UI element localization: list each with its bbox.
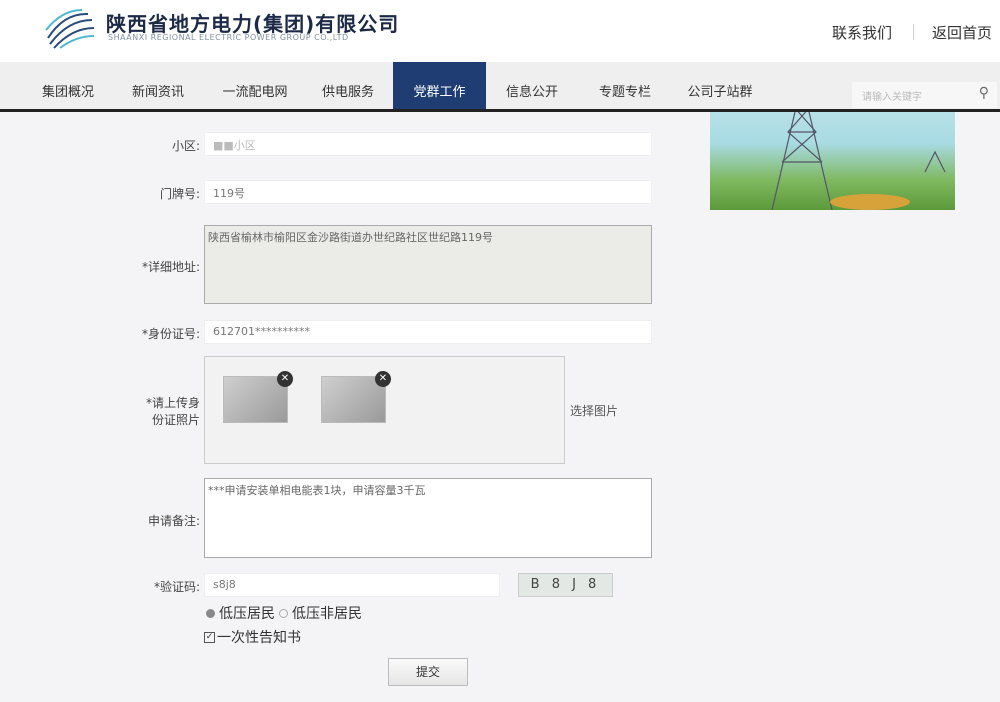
id-number-label: *身份证号:: [141, 327, 200, 341]
captcha-image[interactable]: B 8 J 8: [518, 573, 613, 597]
address-textarea[interactable]: 陕西省榆林市榆阳区金沙路街道办世纪路社区世纪路119号: [204, 225, 652, 304]
nav-item-party-work[interactable]: 党群工作: [393, 62, 486, 109]
door-number-label: 门牌号:: [159, 187, 200, 201]
radio-non-residential[interactable]: [279, 608, 288, 618]
nav-item-topics[interactable]: 专题专栏: [585, 62, 665, 109]
nav-item-subsites[interactable]: 公司子站群: [675, 62, 765, 109]
main-nav: 集团概况 新闻资讯 一流配电网 供电服务 党群工作 信息公开 专题专栏 公司子站…: [0, 62, 1000, 112]
choose-image-button[interactable]: 选择图片: [570, 402, 618, 419]
contact-us-link[interactable]: 联系我们: [832, 22, 892, 43]
captcha-input[interactable]: s8j8: [204, 573, 500, 597]
remark-label: 申请备注:: [147, 514, 200, 528]
remark-textarea[interactable]: ***申请安装单相电能表1块，申请容量3千瓦: [204, 478, 652, 558]
id-photo-thumbnail: ✕: [321, 371, 391, 423]
community-input[interactable]: ■■小区: [204, 132, 652, 156]
company-name-en: SHAANXI REGIONAL ELECTRIC POWER GROUP CO…: [108, 33, 349, 42]
id-photo-thumbnail: ✕: [223, 371, 293, 423]
id-number-input[interactable]: 612701**********: [204, 320, 652, 344]
address-label: *详细地址:: [141, 260, 200, 274]
site-header: 陕西省地方电力(集团)有限公司 SHAANXI REGIONAL ELECTRI…: [0, 0, 1000, 62]
community-label: 小区:: [171, 139, 200, 153]
search-icon[interactable]: ⚲: [979, 85, 989, 101]
remove-photo-icon[interactable]: ✕: [375, 371, 391, 387]
door-number-input[interactable]: 119号: [204, 180, 652, 204]
radio-residential-label: 低压居民: [219, 606, 275, 622]
nav-item-grid[interactable]: 一流配电网: [210, 62, 300, 109]
home-link[interactable]: 返回首页: [932, 22, 992, 43]
divider: [913, 24, 914, 40]
nav-item-service[interactable]: 供电服务: [308, 62, 388, 109]
search-box[interactable]: 请输入关键字 ⚲: [852, 82, 997, 108]
notice-checkbox-row: ✓ 一次性告知书: [204, 627, 301, 647]
user-type-radios: 低压居民 低压非居民: [206, 603, 362, 623]
nav-item-news[interactable]: 新闻资讯: [118, 62, 198, 109]
upload-label: *请上传身份证照片: [145, 396, 200, 427]
radio-non-residential-label: 低压非居民: [292, 606, 362, 622]
upload-area: ✕ ✕: [204, 356, 565, 464]
remove-photo-icon[interactable]: ✕: [277, 371, 293, 387]
captcha-label: *验证码:: [153, 580, 200, 594]
notice-checkbox-label: 一次性告知书: [217, 630, 301, 646]
radio-residential[interactable]: [206, 608, 215, 618]
notice-checkbox[interactable]: ✓: [204, 631, 215, 643]
company-logo: [45, 9, 95, 49]
search-input[interactable]: 请输入关键字: [862, 88, 922, 103]
submit-button[interactable]: 提交: [388, 658, 468, 686]
nav-item-info-public[interactable]: 信息公开: [492, 62, 572, 109]
nav-item-group-overview[interactable]: 集团概况: [28, 62, 108, 109]
